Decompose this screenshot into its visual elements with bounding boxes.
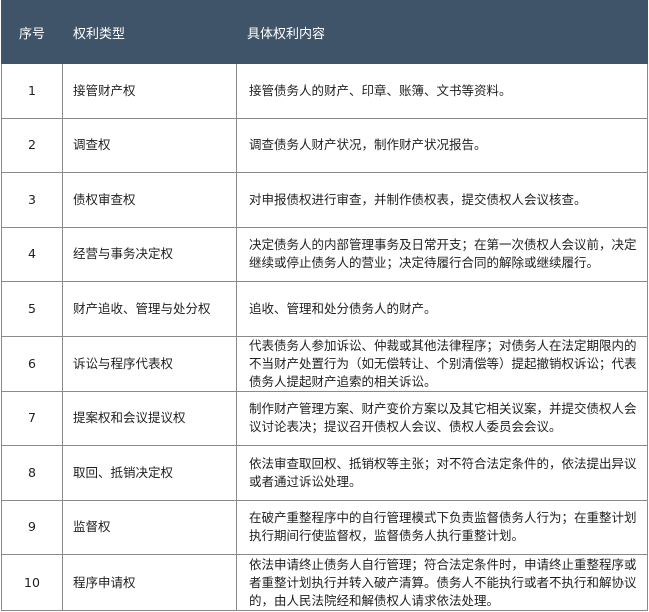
table-row: 7 提案权和会议提议权 制作财产管理方案、财产变价方案以及其它相关议案，并提交债… — [1, 390, 648, 446]
cell-type-text: 调查权 — [73, 137, 111, 153]
cell-content-text: 调查债务人财产状况，制作财产状况报告。 — [249, 137, 487, 153]
table-row: 9 监督权 在破产重整程序中的自行管理模式下负责监督债务人行为；在重整计划执行期… — [1, 499, 648, 555]
table-row: 8 取回、抵销决定权 依法审查取回权、抵销权等主张；对不符合法定条件的，依法提出… — [1, 445, 648, 501]
cell-type: 诉讼与程序代表权 — [62, 335, 237, 392]
cell-no: 6 — [1, 335, 63, 392]
rights-table-container: 序号 权利类型 具体权利内容 1 接管财产权 接管债务人的财产、印章、账簿、文书… — [1, 0, 648, 611]
cell-content: 追收、管理和处分债务人的财产。 — [236, 281, 648, 337]
table-row: 6 诉讼与程序代表权 代表债务人参加诉讼、仲裁或其他法律程序；对债务人在法定期限… — [1, 335, 648, 392]
cell-content-text: 追收、管理和处分债务人的财产。 — [249, 300, 437, 316]
cell-content: 制作财产管理方案、财产变价方案以及其它相关议案，并提交债权人会议讨论表决；提议召… — [236, 390, 648, 446]
cell-type: 调查权 — [62, 117, 237, 173]
table-row: 4 经营与事务决定权 决定债务人的内部管理事务及日常开支；在第一次债权人会议前，… — [1, 226, 648, 282]
cell-type: 债权审查权 — [62, 172, 237, 228]
cell-type: 财产追收、管理与处分权 — [62, 281, 237, 337]
table-row: 5 财产追收、管理与处分权 追收、管理和处分债务人的财产。 — [1, 281, 648, 337]
header-content-label: 具体权利内容 — [247, 26, 326, 42]
cell-type: 经营与事务决定权 — [62, 226, 237, 282]
header-content: 具体权利内容 — [236, 0, 648, 64]
cell-content: 对申报债权进行审查，并制作债权表，提交债权人会议核查。 — [236, 172, 648, 228]
cell-content-text: 代表债务人参加诉讼、仲裁或其他法律程序；对债务人在法定期限内的不当财产处置行为（… — [249, 337, 637, 389]
cell-no: 5 — [1, 281, 63, 337]
cell-type-text: 监督权 — [73, 519, 111, 535]
cell-no: 1 — [1, 63, 63, 119]
cell-content: 决定债务人的内部管理事务及日常开支；在第一次债权人会议前，决定继续或停止债务人的… — [236, 226, 648, 282]
table-header-row: 序号 权利类型 具体权利内容 — [1, 0, 648, 64]
cell-no: 4 — [1, 226, 63, 282]
table-row: 2 调查权 调查债务人财产状况，制作财产状况报告。 — [1, 117, 648, 173]
table-row: 1 接管财产权 接管债务人的财产、印章、账簿、文书等资料。 — [1, 63, 648, 119]
cell-content-text: 决定债务人的内部管理事务及日常开支；在第一次债权人会议前，决定继续或停止债务人的… — [249, 237, 637, 271]
table-row: 3 债权审查权 对申报债权进行审查，并制作债权表，提交债权人会议核查。 — [1, 172, 648, 228]
cell-type-text: 债权审查权 — [73, 191, 136, 207]
cell-content: 接管债务人的财产、印章、账簿、文书等资料。 — [236, 63, 648, 119]
header-no: 序号 — [1, 0, 63, 64]
cell-type: 接管财产权 — [62, 63, 237, 119]
cell-no: 10 — [1, 554, 63, 611]
cell-content-text: 在破产重整程序中的自行管理模式下负责监督债务人行为；在重整计划执行期间行使监督权… — [249, 510, 637, 544]
cell-no: 2 — [1, 117, 63, 173]
cell-type: 提案权和会议提议权 — [62, 390, 237, 446]
cell-type-text: 接管财产权 — [73, 82, 136, 98]
cell-content: 依法审查取回权、抵销权等主张；对不符合法定条件的，依法提出异议或者通过诉讼处理。 — [236, 445, 648, 501]
cell-content: 在破产重整程序中的自行管理模式下负责监督债务人行为；在重整计划执行期间行使监督权… — [236, 499, 648, 555]
cell-content: 代表债务人参加诉讼、仲裁或其他法律程序；对债务人在法定期限内的不当财产处置行为（… — [236, 335, 648, 392]
cell-type-text: 提案权和会议提议权 — [73, 410, 186, 426]
header-type: 权利类型 — [62, 0, 237, 64]
cell-no: 7 — [1, 390, 63, 446]
header-type-label: 权利类型 — [73, 26, 126, 42]
cell-content: 依法申请终止债务人自行管理；符合法定条件时，申请终止重整程序或者重整计划执行并转… — [236, 554, 648, 611]
cell-content-text: 接管债务人的财产、印章、账簿、文书等资料。 — [249, 82, 512, 98]
cell-no: 3 — [1, 172, 63, 228]
cell-content-text: 对申报债权进行审查，并制作债权表，提交债权人会议核查。 — [249, 191, 587, 207]
cell-no: 9 — [1, 499, 63, 555]
rights-table: 序号 权利类型 具体权利内容 1 接管财产权 接管债务人的财产、印章、账簿、文书… — [1, 0, 648, 611]
cell-type: 监督权 — [62, 499, 237, 555]
cell-content-text: 制作财产管理方案、财产变价方案以及其它相关议案，并提交债权人会议讨论表决；提议召… — [249, 401, 637, 435]
cell-type: 程序申请权 — [62, 554, 237, 611]
cell-content: 调查债务人财产状况，制作财产状况报告。 — [236, 117, 648, 173]
cell-type-text: 诉讼与程序代表权 — [73, 355, 174, 371]
cell-no: 8 — [1, 445, 63, 501]
cell-type-text: 经营与事务决定权 — [73, 246, 174, 262]
cell-content-text: 依法申请终止债务人自行管理；符合法定条件时，申请终止重整程序或者重整计划执行并转… — [249, 556, 637, 608]
cell-content-text: 依法审查取回权、抵销权等主张；对不符合法定条件的，依法提出异议或者通过诉讼处理。 — [249, 455, 637, 489]
cell-type-text: 财产追收、管理与处分权 — [73, 300, 211, 316]
cell-type: 取回、抵销决定权 — [62, 445, 237, 501]
cell-type-text: 程序申请权 — [73, 574, 136, 590]
table-row: 10 程序申请权 依法申请终止债务人自行管理；符合法定条件时，申请终止重整程序或… — [1, 554, 648, 611]
cell-type-text: 取回、抵销决定权 — [73, 464, 174, 480]
